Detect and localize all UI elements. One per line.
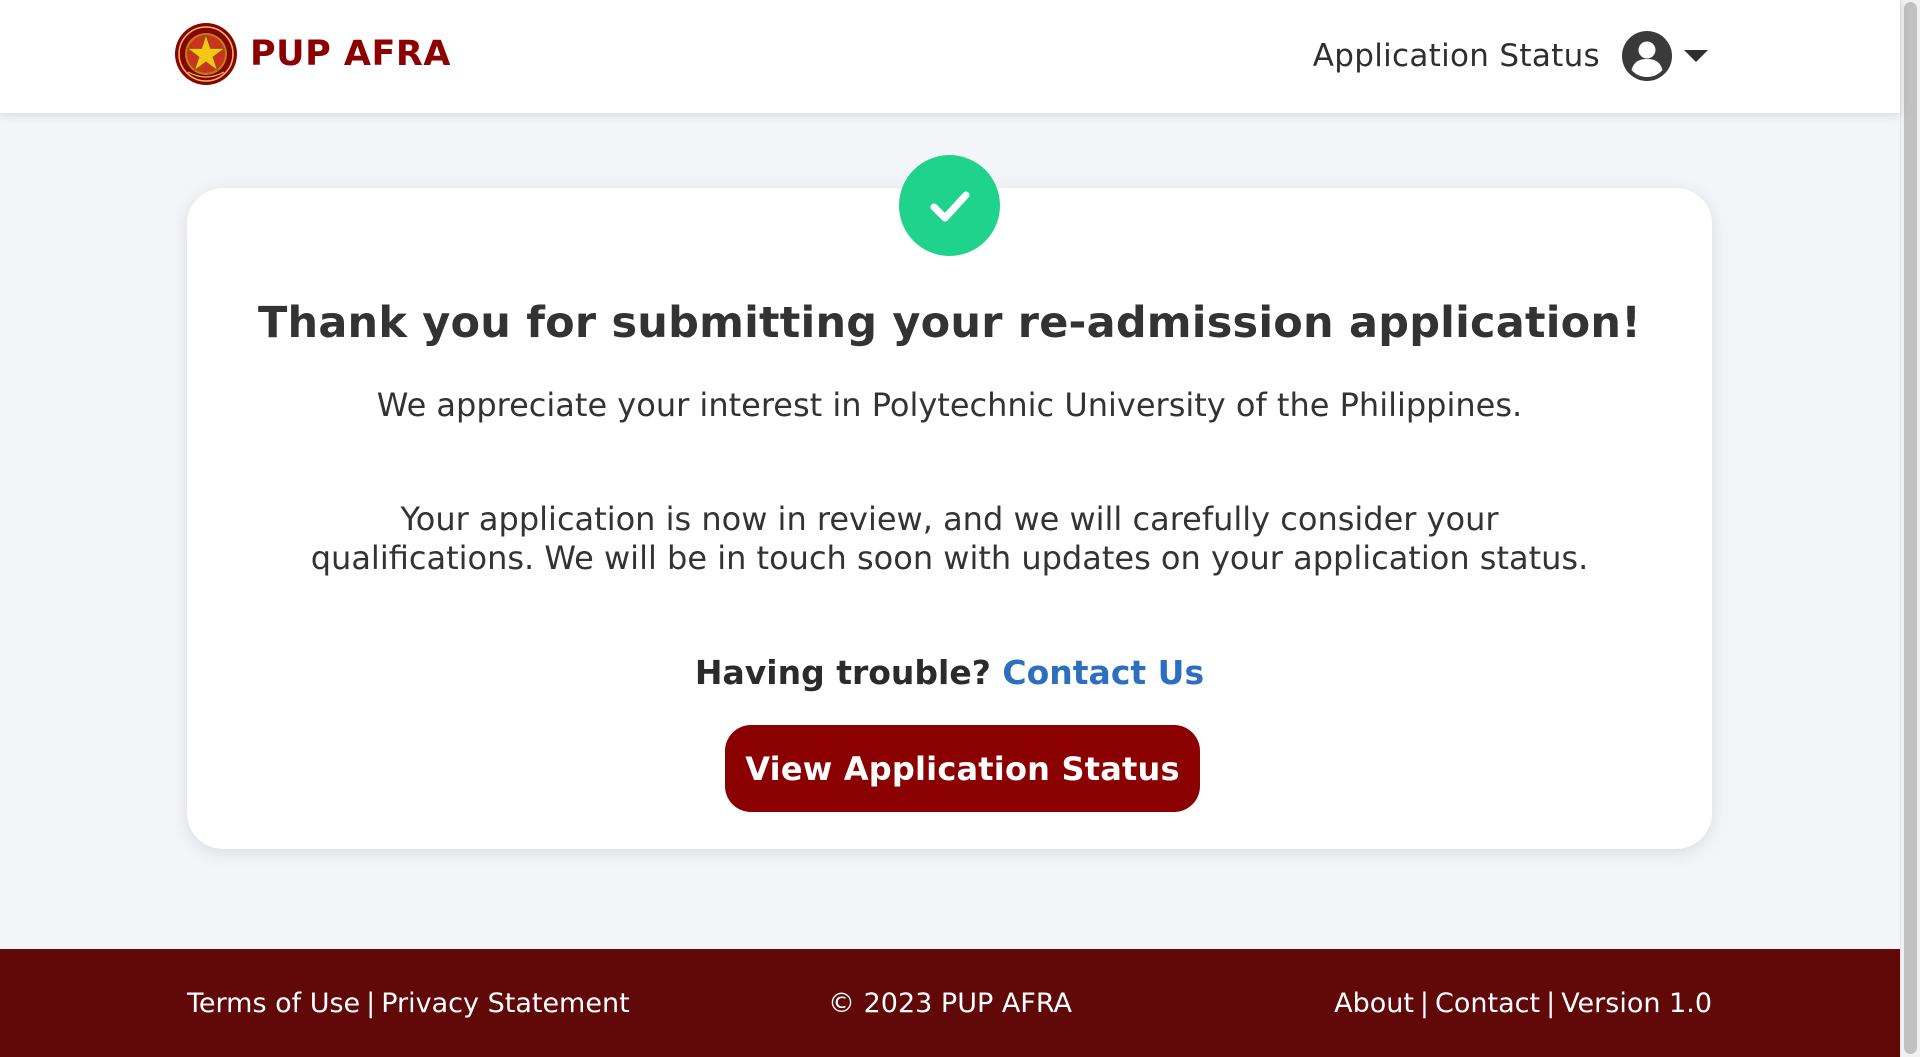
- check-circle-icon: [899, 155, 1000, 256]
- chevron-down-icon: [1684, 50, 1708, 62]
- footer-legal-links: Terms of Use | Privacy Statement: [187, 988, 630, 1019]
- top-navbar: PUP AFRA Application Status: [0, 0, 1900, 113]
- footer-info-links: About | Contact | Version 1.0: [1334, 988, 1712, 1019]
- contact-us-link[interactable]: Contact Us: [1002, 653, 1204, 692]
- scrollbar-thumb[interactable]: [1904, 2, 1917, 1054]
- footer-separator: |: [366, 988, 376, 1019]
- user-circle-icon: [1622, 31, 1672, 81]
- footer-separator: |: [1419, 988, 1430, 1019]
- footer-copyright: © 2023 PUP AFRA: [828, 988, 1072, 1019]
- confirmation-card: Thank you for submitting your re-admissi…: [187, 188, 1712, 849]
- nav-application-status-link[interactable]: Application Status: [1313, 38, 1600, 74]
- brand-name: PUP AFRA: [250, 34, 451, 74]
- nav-right: Application Status: [1313, 27, 1708, 85]
- privacy-statement-link[interactable]: Privacy Statement: [381, 988, 629, 1019]
- review-message: Your application is now in review, and w…: [310, 500, 1589, 577]
- footer-separator: |: [1546, 988, 1556, 1019]
- confirmation-title: Thank you for submitting your re-admissi…: [257, 298, 1642, 348]
- appreciation-message: We appreciate your interest in Polytechn…: [376, 386, 1523, 424]
- brand-home-link[interactable]: PUP AFRA: [174, 22, 451, 86]
- vertical-scrollbar[interactable]: [1900, 0, 1920, 1057]
- footer: Terms of Use | Privacy Statement © 2023 PU…: [0, 949, 1900, 1057]
- terms-of-use-link[interactable]: Terms of Use: [187, 988, 360, 1019]
- help-line: Having trouble? Contact Us: [187, 653, 1712, 692]
- checkmark-icon: [930, 191, 969, 221]
- view-application-status-button[interactable]: View Application Status: [725, 725, 1200, 812]
- page: PUP AFRA Application Status Thank you fo…: [0, 0, 1900, 1057]
- pup-seal-logo: [175, 23, 237, 85]
- help-prompt: Having trouble?: [694, 653, 991, 692]
- contact-link[interactable]: Contact: [1435, 988, 1540, 1019]
- version-label: Version 1.0: [1561, 988, 1712, 1019]
- about-link[interactable]: About: [1334, 988, 1414, 1019]
- user-menu-toggle[interactable]: [1622, 31, 1708, 81]
